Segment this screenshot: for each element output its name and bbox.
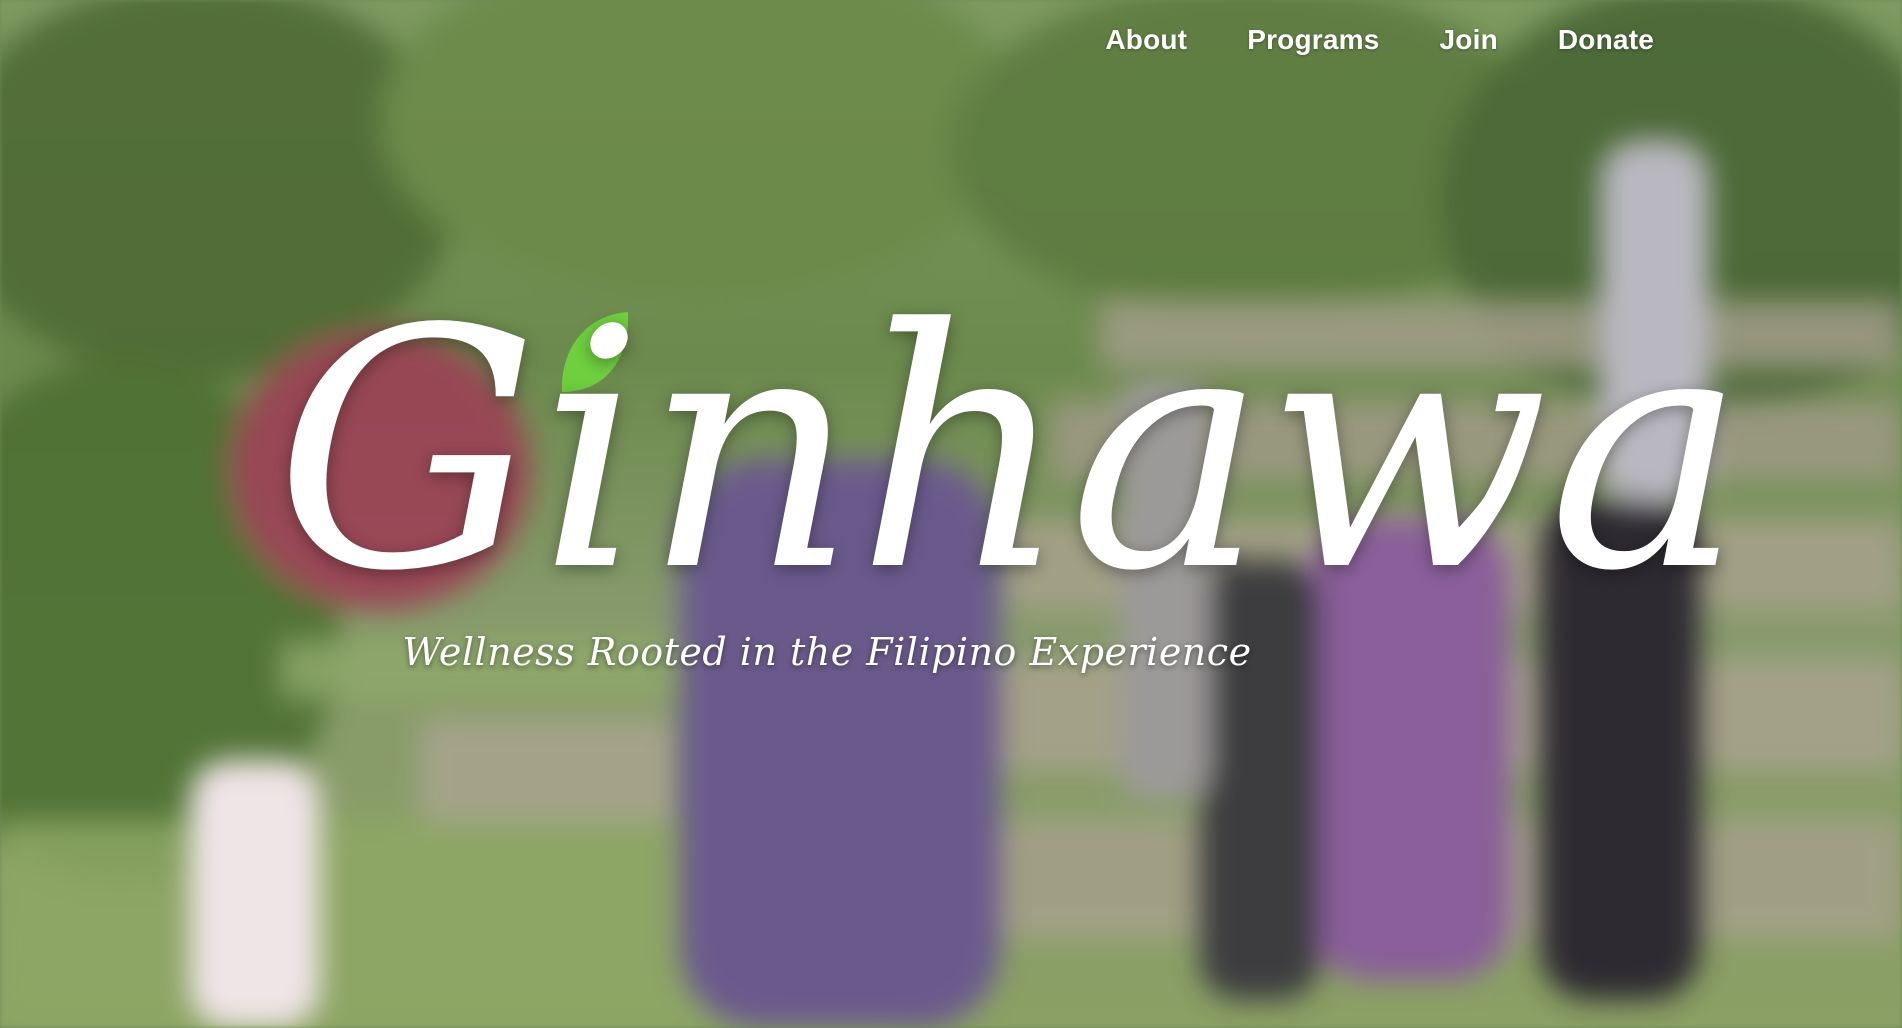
main-nav: About Programs Join Donate <box>1045 24 1654 56</box>
hero-section: About Programs Join Donate Ginhawa Welln… <box>0 0 1902 1028</box>
nav-link-programs[interactable]: Programs <box>1247 24 1379 56</box>
nav-link-donate[interactable]: Donate <box>1558 24 1654 56</box>
hero-tagline: Wellness Rooted in the Filipino Experien… <box>402 630 1252 674</box>
nav-link-join[interactable]: Join <box>1440 24 1498 56</box>
hero-background-image <box>0 0 1902 1028</box>
nav-link-about[interactable]: About <box>1105 24 1187 56</box>
